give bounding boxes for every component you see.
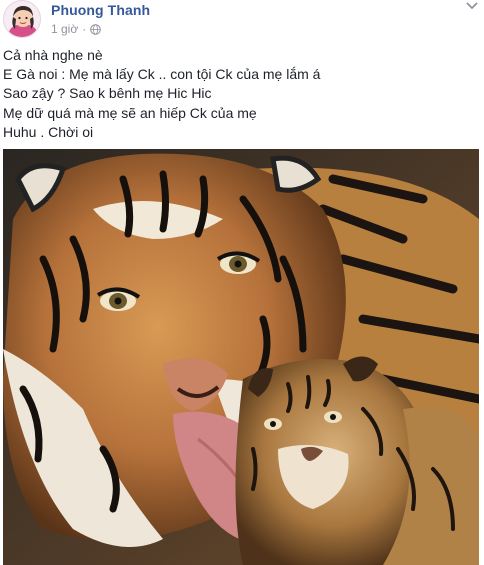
avatar-image <box>4 1 40 37</box>
post-line: Cả nhà nghe nè <box>3 47 103 63</box>
timestamp[interactable]: 1 giờ <box>51 22 78 36</box>
chevron-down-icon[interactable] <box>464 0 480 12</box>
globe-icon[interactable] <box>90 23 102 35</box>
post-body: Cả nhà nghe nè E Gà noi : Mẹ mà lấy Ck .… <box>3 46 473 142</box>
post-line: Huhu . Chời oi <box>3 123 94 140</box>
avatar[interactable] <box>3 0 41 38</box>
meta-separator: · <box>82 22 87 36</box>
post-meta: 1 giờ · <box>51 22 102 36</box>
post-line: E Gà noi : Mẹ mà lấy Ck .. con tội Ck củ… <box>3 66 321 83</box>
tiger-photo <box>3 149 479 565</box>
post-photo[interactable] <box>3 149 479 565</box>
author-name[interactable]: Phuong Thanh <box>51 2 150 18</box>
post-line: Mẹ dữ quá mà mẹ sẽ an hiếp Ck của mẹ <box>3 104 257 121</box>
post-card: Phuong Thanh 1 giờ · Cả nhà nghe nè E Gà… <box>0 0 484 565</box>
post-line: Sao zậy ? Sao k bênh mẹ Hic Hic <box>3 85 212 102</box>
